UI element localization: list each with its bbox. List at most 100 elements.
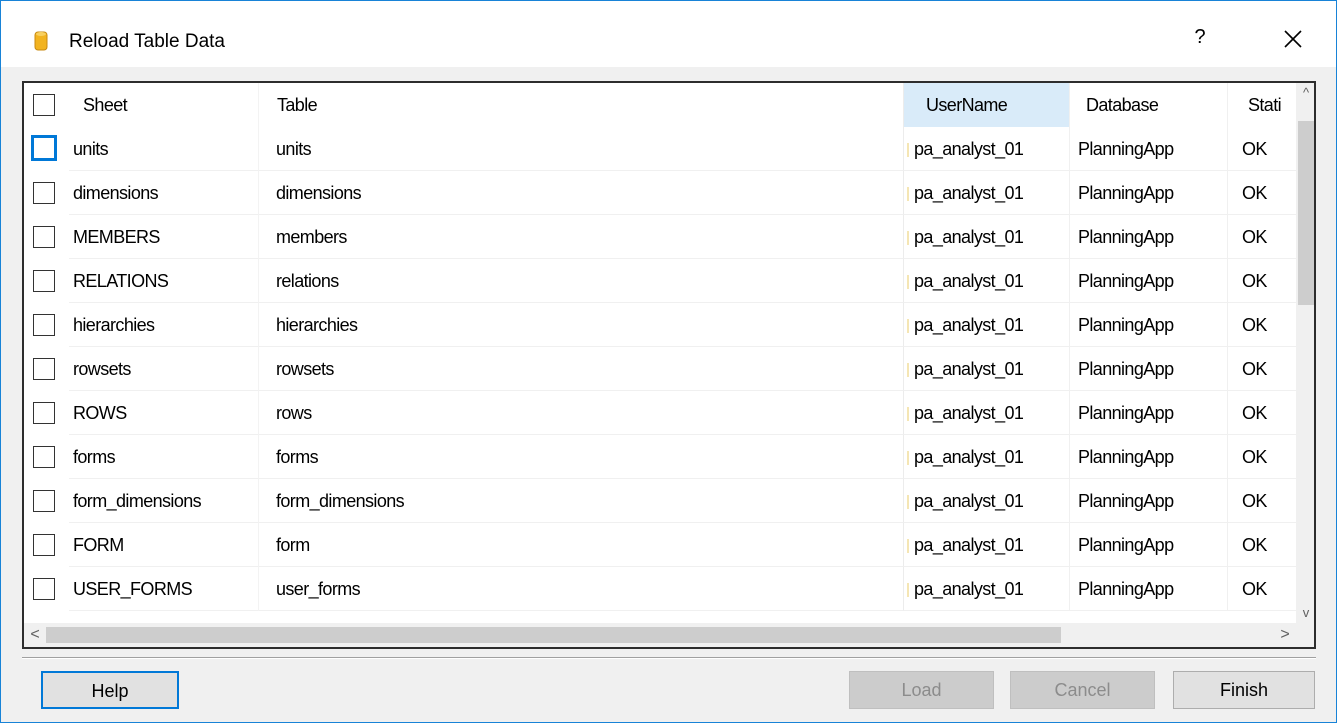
help-icon[interactable]: ?: [1188, 26, 1212, 54]
cell-table: user_forms: [259, 567, 904, 611]
cell-database: PlanningApp: [1070, 171, 1228, 215]
row-checkbox[interactable]: [33, 534, 55, 556]
table-row[interactable]: MEMBERS members pa_analyst_01 PlanningApp OK: [24, 215, 1296, 259]
scroll-down-icon[interactable]: v: [1296, 603, 1314, 623]
cell-username: pa_analyst_01: [904, 259, 1070, 303]
tables-grid[interactable]: Sheet Table UserName Database Stati unit…: [22, 81, 1316, 649]
cell-status: OK: [1228, 567, 1296, 611]
cell-sheet: forms: [69, 435, 259, 479]
cell-username: pa_analyst_01: [904, 435, 1070, 479]
row-checkbox[interactable]: [33, 578, 55, 600]
table-row[interactable]: dimensions dimensions pa_analyst_01 Plannin…: [24, 171, 1296, 215]
table-row[interactable]: hierarchies hierarchies pa_analyst_01 Plann…: [24, 303, 1296, 347]
cell-username: pa_analyst_01: [904, 479, 1070, 523]
cell-table: rowsets: [259, 347, 904, 391]
reload-table-data-dialog: Reload Table Data ? Sheet Table UserName…: [0, 0, 1337, 723]
vertical-scroll-thumb[interactable]: [1298, 121, 1314, 305]
database-icon: [34, 31, 48, 51]
title-bar: Reload Table Data ?: [1, 1, 1336, 67]
scroll-up-icon[interactable]: ^: [1296, 83, 1314, 103]
table-row[interactable]: form_dimensions form_dimensions pa_analyst…: [24, 479, 1296, 523]
cell-sheet: MEMBERS: [69, 215, 259, 259]
scroll-right-icon[interactable]: >: [1274, 623, 1296, 647]
cell-database: PlanningApp: [1070, 523, 1228, 567]
cell-sheet: form_dimensions: [69, 479, 259, 523]
cell-database: PlanningApp: [1070, 303, 1228, 347]
dialog-title: Reload Table Data: [69, 31, 225, 52]
cell-username: pa_analyst_01: [904, 347, 1070, 391]
cell-sheet: rowsets: [69, 347, 259, 391]
cell-username: pa_analyst_01: [904, 303, 1070, 347]
cell-sheet: dimensions: [69, 171, 259, 215]
cell-edge-marker: [907, 495, 909, 509]
cell-username: pa_analyst_01: [904, 215, 1070, 259]
row-checkbox[interactable]: [31, 135, 57, 161]
column-header-table[interactable]: Table: [259, 83, 904, 127]
cell-database: PlanningApp: [1070, 479, 1228, 523]
help-button[interactable]: Help: [41, 671, 179, 709]
cancel-button[interactable]: Cancel: [1010, 671, 1155, 709]
cell-sheet: USER_FORMS: [69, 567, 259, 611]
vertical-scrollbar[interactable]: ^ v: [1296, 83, 1314, 623]
cell-username: pa_analyst_01: [904, 391, 1070, 435]
column-header-sheet[interactable]: Sheet: [69, 83, 259, 127]
column-header-username[interactable]: UserName: [904, 83, 1070, 127]
cell-sheet: ROWS: [69, 391, 259, 435]
table-row[interactable]: units units pa_analyst_01 PlanningApp OK: [24, 127, 1296, 171]
cell-sheet: units: [69, 127, 259, 171]
close-icon[interactable]: [1279, 25, 1307, 53]
grid-header: Sheet Table UserName Database Stati: [24, 83, 1296, 127]
cell-table: dimensions: [259, 171, 904, 215]
cell-table: relations: [259, 259, 904, 303]
cell-sheet: FORM: [69, 523, 259, 567]
row-checkbox[interactable]: [33, 226, 55, 248]
horizontal-scroll-thumb[interactable]: [46, 627, 1061, 643]
cell-edge-marker: [907, 407, 909, 421]
table-row[interactable]: ROWS rows pa_analyst_01 PlanningApp OK: [24, 391, 1296, 435]
cell-database: PlanningApp: [1070, 567, 1228, 611]
cell-edge-marker: [907, 583, 909, 597]
cell-status: OK: [1228, 435, 1296, 479]
cell-edge-marker: [907, 539, 909, 553]
cell-edge-marker: [907, 187, 909, 201]
cell-status: OK: [1228, 259, 1296, 303]
cell-status: OK: [1228, 479, 1296, 523]
row-checkbox[interactable]: [33, 358, 55, 380]
horizontal-scrollbar[interactable]: < >: [24, 623, 1296, 647]
row-checkbox[interactable]: [33, 314, 55, 336]
cell-table: rows: [259, 391, 904, 435]
cell-database: PlanningApp: [1070, 347, 1228, 391]
cell-edge-marker: [907, 231, 909, 245]
table-row[interactable]: USER_FORMS user_forms pa_analyst_01 Plannin…: [24, 567, 1296, 611]
cell-database: PlanningApp: [1070, 391, 1228, 435]
cell-edge-marker: [907, 275, 909, 289]
scroll-left-icon[interactable]: <: [24, 623, 46, 647]
row-checkbox[interactable]: [33, 270, 55, 292]
cell-status: OK: [1228, 303, 1296, 347]
cell-table: hierarchies: [259, 303, 904, 347]
table-row[interactable]: rowsets rowsets pa_analyst_01 PlanningApp OK: [24, 347, 1296, 391]
divider: [22, 657, 1316, 659]
cell-table: form_dimensions: [259, 479, 904, 523]
cell-status: OK: [1228, 215, 1296, 259]
table-row[interactable]: FORM form pa_analyst_01 PlanningApp OK: [24, 523, 1296, 567]
column-header-database[interactable]: Database: [1070, 83, 1228, 127]
cell-sheet: hierarchies: [69, 303, 259, 347]
cell-username: pa_analyst_01: [904, 127, 1070, 171]
cell-status: OK: [1228, 127, 1296, 171]
table-row[interactable]: RELATIONS relations pa_analyst_01 PlanningA…: [24, 259, 1296, 303]
row-checkbox[interactable]: [33, 182, 55, 204]
row-checkbox[interactable]: [33, 446, 55, 468]
cell-status: OK: [1228, 523, 1296, 567]
cell-status: OK: [1228, 391, 1296, 435]
cell-sheet: RELATIONS: [69, 259, 259, 303]
cell-username: pa_analyst_01: [904, 523, 1070, 567]
select-all-checkbox[interactable]: [33, 94, 55, 116]
row-checkbox[interactable]: [33, 490, 55, 512]
scrollbar-corner: [1296, 623, 1314, 647]
finish-button[interactable]: Finish: [1173, 671, 1315, 709]
row-checkbox[interactable]: [33, 402, 55, 424]
column-header-status[interactable]: Stati: [1228, 83, 1296, 127]
load-button[interactable]: Load: [849, 671, 994, 709]
table-row[interactable]: forms forms pa_analyst_01 PlanningApp OK: [24, 435, 1296, 479]
